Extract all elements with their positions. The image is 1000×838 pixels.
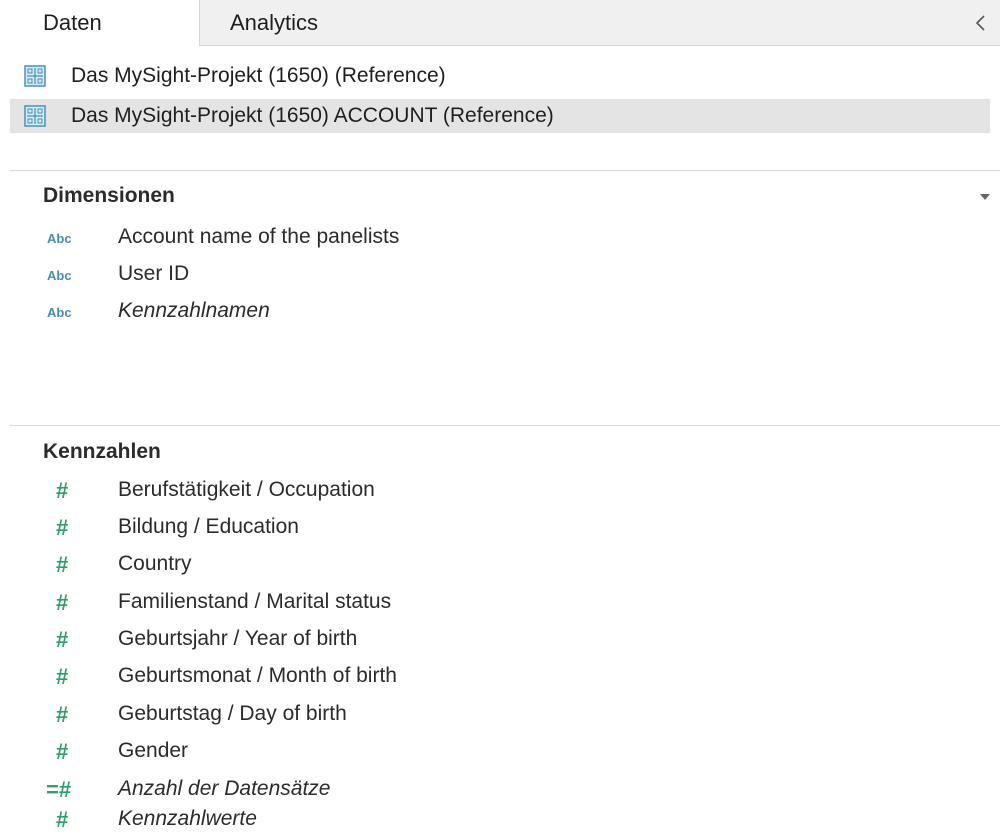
- hash-type-icon: #: [56, 627, 69, 652]
- field-label: Anzahl der Datensätze: [118, 777, 331, 800]
- caret-down-icon[interactable]: [979, 193, 991, 201]
- field-label: Gender: [118, 739, 189, 762]
- datasource-label: Das MySight-Projekt (1650) ACCOUNT (Refe…: [71, 104, 554, 127]
- measure-field[interactable]: # Bildung / Education: [0, 510, 990, 546]
- tab-bar: Daten Analytics: [0, 0, 1000, 46]
- tab-analytics[interactable]: Analytics: [200, 0, 1000, 46]
- field-label: Berufstätigkeit / Occupation: [118, 478, 375, 501]
- chevron-left-icon[interactable]: [974, 14, 986, 32]
- measure-field[interactable]: # Kennzahlwerte: [0, 802, 990, 838]
- datasource-cube-icon: [24, 65, 46, 87]
- field-label: Kennzahlwerte: [118, 807, 257, 830]
- abc-type-icon: Abc: [47, 305, 72, 320]
- datasource-cube-icon: [24, 105, 46, 127]
- abc-type-icon: Abc: [47, 231, 72, 246]
- field-label: Geburtsjahr / Year of birth: [118, 627, 358, 650]
- dimension-field[interactable]: Abc Kennzahlnamen: [0, 294, 990, 330]
- hash-type-icon: #: [56, 739, 69, 764]
- measure-field[interactable]: # Berufstätigkeit / Occupation: [0, 473, 990, 509]
- tab-daten-label: Daten: [43, 10, 102, 35]
- hash-type-icon: #: [56, 664, 69, 689]
- field-label: Kennzahlnamen: [118, 299, 270, 322]
- hash-type-icon: #: [56, 590, 69, 615]
- abc-type-icon: Abc: [47, 268, 72, 283]
- measures-header: Kennzahlen: [43, 440, 161, 463]
- field-label: Geburtstag / Day of birth: [118, 702, 347, 725]
- hash-type-icon: #: [56, 478, 69, 503]
- measure-field[interactable]: # Gender: [0, 734, 990, 770]
- field-label: Country: [118, 552, 192, 575]
- dimensions-header: Dimensionen: [43, 184, 175, 207]
- field-label: Familienstand / Marital status: [118, 590, 392, 613]
- measure-field[interactable]: # Country: [0, 547, 990, 583]
- field-label: Geburtsmonat / Month of birth: [118, 664, 397, 687]
- field-label: Bildung / Education: [118, 515, 299, 538]
- measure-field[interactable]: # Geburtsjahr / Year of birth: [0, 622, 990, 658]
- calculated-hash-type-icon: =#: [46, 777, 72, 802]
- hash-type-icon: #: [56, 702, 69, 727]
- measure-field[interactable]: # Geburtstag / Day of birth: [0, 697, 990, 733]
- datasource-label: Das MySight-Projekt (1650) (Reference): [71, 64, 446, 87]
- hash-type-icon: #: [56, 807, 69, 832]
- hash-type-icon: #: [56, 515, 69, 540]
- datasource-item[interactable]: Das MySight-Projekt (1650) (Reference): [10, 59, 990, 93]
- tab-analytics-label: Analytics: [230, 10, 319, 35]
- section-divider: [10, 425, 1000, 426]
- dimension-field[interactable]: Abc User ID: [0, 257, 990, 293]
- section-divider: [10, 170, 1000, 171]
- tab-daten[interactable]: Daten: [0, 0, 200, 46]
- field-label: Account name of the panelists: [118, 225, 400, 248]
- hash-type-icon: #: [56, 552, 69, 577]
- field-label: User ID: [118, 262, 190, 285]
- datasource-item-selected[interactable]: Das MySight-Projekt (1650) ACCOUNT (Refe…: [10, 99, 990, 133]
- measure-field[interactable]: # Familienstand / Marital status: [0, 585, 990, 621]
- dimension-field[interactable]: Abc Account name of the panelists: [0, 220, 990, 256]
- measure-field[interactable]: # Geburtsmonat / Month of birth: [0, 659, 990, 695]
